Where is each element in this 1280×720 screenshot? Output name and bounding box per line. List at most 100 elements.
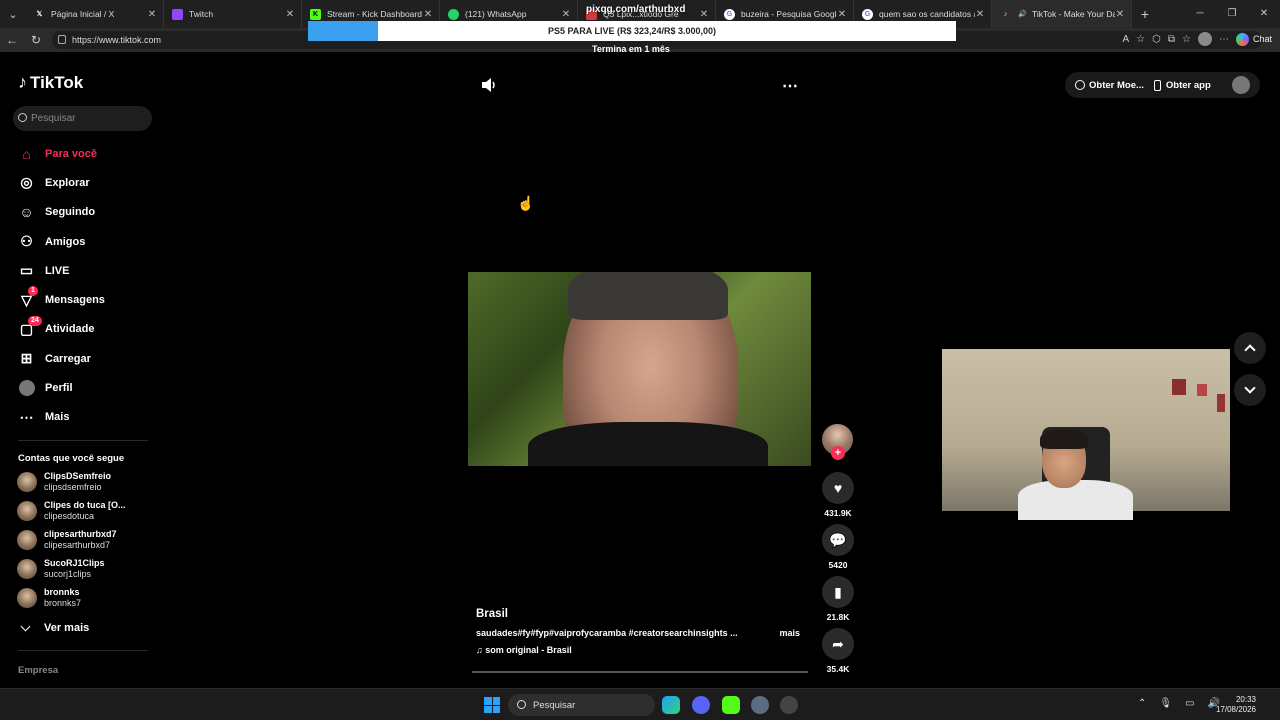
notification-badge: 1	[28, 286, 38, 297]
follow-plus-icon[interactable]: +	[831, 446, 845, 460]
sidebar-item-carregar[interactable]: ⊞ Carregar	[18, 344, 158, 373]
next-video-button[interactable]	[1234, 374, 1266, 406]
app-icon[interactable]	[780, 696, 798, 714]
kick-app-icon[interactable]	[722, 696, 740, 714]
followed-account[interactable]: bronnks bronnks7	[17, 583, 157, 612]
tab-actions-menu[interactable]: ⌄	[0, 0, 26, 28]
video-progress-bar[interactable]	[472, 671, 808, 673]
tab-title: Stream - Kick Dashboard	[327, 9, 422, 19]
edge-icon[interactable]	[662, 696, 680, 714]
sidebar-menu: ⌂ Para você ◎ Explorar ☺ Seguindo ⚇ Amig…	[18, 139, 158, 432]
sidebar-item-label: Seguindo	[45, 206, 96, 219]
divider	[18, 440, 148, 441]
sidebar-item-live[interactable]: ▭ LIVE	[18, 256, 158, 285]
close-tab-icon[interactable]: ✕	[423, 9, 433, 20]
taskbar-clock[interactable]: 20:33 17/08/2026	[1216, 695, 1256, 715]
volume-icon[interactable]	[481, 78, 497, 92]
close-tab-icon[interactable]: ✕	[561, 9, 571, 20]
tiktok-logo[interactable]: ♪ TikTok	[18, 72, 83, 93]
share-button[interactable]: ➦	[822, 628, 854, 660]
account-name: bronnks	[44, 586, 80, 597]
sidebar-item-perfil[interactable]: Perfil	[18, 373, 158, 402]
tiktok-sidebar: ♪ TikTok Pesquisar ⌂ Para você ◎ Explora…	[0, 52, 160, 685]
account-handle: bronnks7	[44, 597, 82, 608]
tab-tiktok[interactable]: ♪ 🔊 TikTok - Make Your Day ✕	[992, 0, 1132, 28]
tab-twitch[interactable]: Twitch ✕	[164, 0, 302, 28]
video-description-row: saudades#fy#fyp#vaiprofycaramba #creator…	[476, 628, 806, 638]
save-button[interactable]: ▮	[822, 576, 854, 608]
sidebar-item-label: Carregar	[45, 352, 91, 365]
followed-account[interactable]: clipesarthurbxd7 clipesarthurbxd7	[17, 525, 157, 554]
account-handle: clipsdsemfreio	[44, 481, 102, 492]
heart-icon: ♥	[833, 480, 843, 496]
translate-icon[interactable]: A	[1123, 34, 1130, 45]
close-window-icon[interactable]: ✕	[1248, 0, 1280, 28]
search-input[interactable]: Pesquisar	[13, 106, 152, 131]
video-options-icon[interactable]: ⋯	[782, 76, 799, 96]
minimize-icon[interactable]: ─	[1184, 0, 1216, 28]
user-avatar[interactable]	[1232, 76, 1250, 94]
sidebar-item-para-voce[interactable]: ⌂ Para você	[18, 139, 158, 168]
followed-account[interactable]: Clipes do tuca [O... clipesdotuca	[17, 496, 157, 525]
like-button[interactable]: ♥	[822, 472, 854, 504]
previous-video-button[interactable]	[1234, 332, 1266, 364]
video-music[interactable]: ♫ som original - Brasil	[476, 645, 806, 655]
twitch-icon	[172, 8, 183, 20]
tab-x[interactable]: 𝕏 Página Inicial / X ✕	[26, 0, 164, 28]
restore-icon[interactable]: ❐	[1216, 0, 1248, 28]
video-caption: Brasil saudades#fy#fyp#vaiprofycaramba #…	[476, 608, 806, 655]
following-icon: ☺	[19, 204, 34, 221]
chevron-up-icon	[1244, 344, 1256, 356]
sidebar-item-explorar[interactable]: ◎ Explorar	[18, 168, 158, 197]
microphone-icon[interactable]: 🎙	[1159, 698, 1172, 709]
favorites-icon[interactable]: ☆	[1182, 34, 1191, 45]
followed-account[interactable]: SucoRJ1Clips sucorj1clips	[17, 554, 157, 583]
close-tab-icon[interactable]: ✕	[975, 9, 985, 20]
sidebar-item-mensagens[interactable]: ▽ 1 Mensagens	[18, 285, 158, 314]
speaker-icon[interactable]: 🔊	[1017, 9, 1028, 20]
goal-ends-text: Termina em 1 mês	[592, 44, 670, 54]
extensions-icon[interactable]: ⬡	[1152, 34, 1161, 45]
discord-icon[interactable]	[692, 696, 710, 714]
profile-avatar[interactable]	[1197, 32, 1212, 46]
company-link[interactable]: Empresa	[18, 665, 58, 676]
wall-poster	[1172, 379, 1186, 395]
settings-more-icon[interactable]: ⋯	[1219, 34, 1229, 45]
sidebar-item-mais[interactable]: ⋯ Mais	[18, 403, 158, 432]
settings-icon[interactable]	[751, 696, 769, 714]
split-screen-icon[interactable]: ⧉	[1168, 34, 1175, 45]
wall-poster	[1217, 394, 1225, 412]
sidebar-item-label: Mais	[45, 411, 70, 424]
copilot-chat-button[interactable]: Chat	[1235, 32, 1272, 46]
network-icon[interactable]: ▭	[1185, 698, 1194, 709]
get-app-button[interactable]: Obter app	[1166, 80, 1211, 91]
google-icon: G	[862, 8, 873, 20]
avatar	[17, 587, 37, 608]
new-tab-button[interactable]: +	[1132, 6, 1158, 22]
description-more-button[interactable]: mais	[779, 628, 800, 638]
close-tab-icon[interactable]: ✕	[699, 9, 709, 20]
get-coins-button[interactable]: Obter Moe...	[1089, 80, 1144, 91]
favorite-star-icon[interactable]: ☆	[1136, 34, 1145, 45]
search-icon	[18, 113, 27, 122]
stream-goal-bar: PS5 PARA LIVE (R$ 323,24/R$ 3.000,00)	[308, 21, 956, 41]
close-tab-icon[interactable]: ✕	[147, 9, 157, 20]
sidebar-item-amigos[interactable]: ⚇ Amigos	[18, 227, 158, 256]
video-author[interactable]: Brasil	[476, 608, 806, 620]
refresh-icon[interactable]: ↻	[24, 33, 48, 47]
close-tab-icon[interactable]: ✕	[285, 9, 295, 20]
close-tab-icon[interactable]: ✕	[1115, 9, 1125, 20]
see-more-button[interactable]: Ver mais	[20, 621, 89, 634]
comment-button[interactable]: 💬	[822, 524, 854, 556]
sidebar-item-seguindo[interactable]: ☺ Seguindo	[18, 198, 158, 227]
x-icon: 𝕏	[36, 11, 43, 18]
sidebar-item-label: Mensagens	[45, 294, 105, 307]
followed-account[interactable]: ClipsDSemfreio clipsdsemfreio	[17, 467, 157, 496]
video-player[interactable]	[468, 272, 811, 466]
taskbar-search[interactable]: Pesquisar	[508, 694, 655, 716]
close-tab-icon[interactable]: ✕	[837, 9, 847, 20]
chevron-up-icon[interactable]: ⌃	[1138, 698, 1146, 709]
sidebar-item-atividade[interactable]: ▢ 24 Atividade	[18, 315, 158, 344]
windows-start-icon[interactable]	[484, 697, 500, 713]
back-icon[interactable]: ←	[0, 33, 24, 47]
